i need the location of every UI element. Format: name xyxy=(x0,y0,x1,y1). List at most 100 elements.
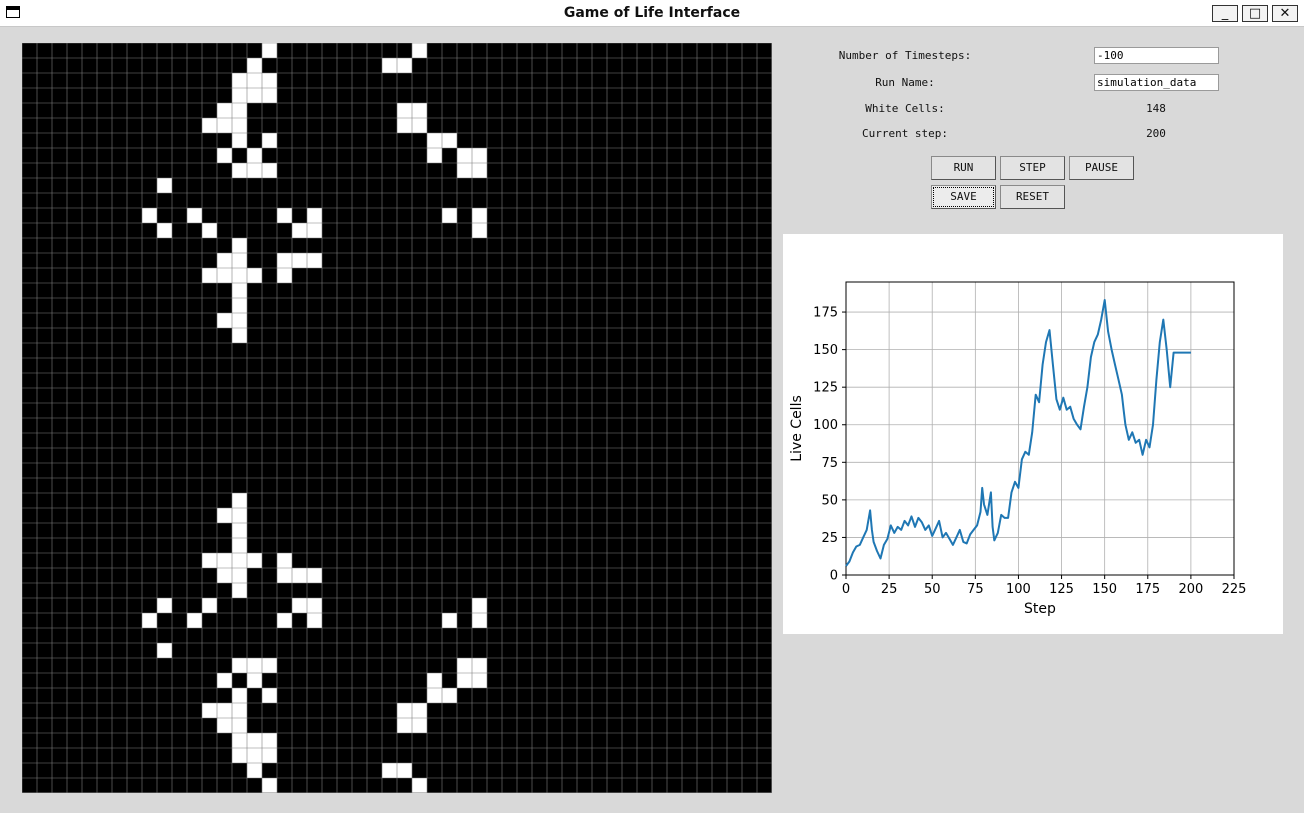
live-cell xyxy=(247,658,262,673)
live-cell xyxy=(232,268,247,283)
live-cell xyxy=(247,733,262,748)
live-cell xyxy=(277,568,292,583)
live-cell xyxy=(442,613,457,628)
live-cell xyxy=(427,133,442,148)
live-cell xyxy=(262,133,277,148)
live-cell xyxy=(247,88,262,103)
live-cell xyxy=(232,298,247,313)
live-cell xyxy=(292,598,307,613)
live-cell xyxy=(232,703,247,718)
reset-button[interactable]: RESET xyxy=(1000,185,1065,209)
live-cell xyxy=(427,148,442,163)
live-cell xyxy=(232,73,247,88)
live-cell xyxy=(217,703,232,718)
live-cell xyxy=(397,58,412,73)
live-cell xyxy=(217,118,232,133)
y-tick-label: 150 xyxy=(813,343,838,358)
live-cell xyxy=(307,568,322,583)
live-cell xyxy=(217,673,232,688)
x-tick-label: 0 xyxy=(842,582,850,597)
live-cell xyxy=(232,253,247,268)
live-cell xyxy=(307,208,322,223)
y-tick-label: 75 xyxy=(821,456,838,471)
live-cell xyxy=(442,133,457,148)
minimize-button[interactable]: _ xyxy=(1212,5,1238,22)
minimize-icon: _ xyxy=(1221,6,1229,21)
live-cell xyxy=(472,598,487,613)
live-cell xyxy=(412,103,427,118)
live-cell xyxy=(247,148,262,163)
live-cell xyxy=(277,553,292,568)
live-cell xyxy=(472,148,487,163)
close-button[interactable]: ✕ xyxy=(1272,5,1298,22)
live-cell xyxy=(247,553,262,568)
live-cell xyxy=(382,58,397,73)
live-cell xyxy=(277,208,292,223)
live-cell xyxy=(457,163,472,178)
live-cell xyxy=(232,748,247,763)
live-cell xyxy=(232,538,247,553)
live-cell xyxy=(157,643,172,658)
white-cells-value: 148 xyxy=(1146,102,1166,115)
live-cell xyxy=(412,43,427,58)
live-cell xyxy=(232,508,247,523)
live-cell xyxy=(217,268,232,283)
live-cell xyxy=(277,253,292,268)
x-tick-label: 175 xyxy=(1135,582,1160,597)
live-cell xyxy=(292,568,307,583)
x-tick-label: 125 xyxy=(1049,582,1074,597)
live-cell xyxy=(202,118,217,133)
title-bar: Game of Life Interface _ □ ✕ xyxy=(0,0,1304,27)
white-cells-label: White Cells: xyxy=(865,102,945,115)
live-cell xyxy=(157,223,172,238)
live-cell xyxy=(427,673,442,688)
live-cell xyxy=(232,493,247,508)
live-cell xyxy=(472,208,487,223)
live-cell xyxy=(412,778,427,793)
run-button[interactable]: RUN xyxy=(931,156,996,180)
live-cell xyxy=(232,733,247,748)
life-grid-canvas[interactable] xyxy=(22,43,772,793)
pause-button[interactable]: PAUSE xyxy=(1069,156,1134,180)
x-tick-label: 100 xyxy=(1006,582,1031,597)
live-cell xyxy=(232,523,247,538)
live-cell xyxy=(262,73,277,88)
y-tick-label: 0 xyxy=(830,569,838,584)
live-cell xyxy=(382,763,397,778)
live-cell xyxy=(397,763,412,778)
live-cell xyxy=(307,253,322,268)
x-tick-label: 200 xyxy=(1178,582,1203,597)
live-cell xyxy=(262,748,277,763)
maximize-button[interactable]: □ xyxy=(1242,5,1268,22)
live-cell xyxy=(262,688,277,703)
live-cell xyxy=(157,598,172,613)
live-cell xyxy=(202,598,217,613)
live-cells-chart: 0 25 50 75 100 125 150 175 200 225 0 25 50 75 100 125 15… xyxy=(789,281,1246,617)
live-cell xyxy=(292,223,307,238)
live-cell xyxy=(232,238,247,253)
live-cell xyxy=(262,733,277,748)
live-cell xyxy=(397,718,412,733)
live-cell xyxy=(277,268,292,283)
y-tick-label: 50 xyxy=(821,493,838,508)
live-cell xyxy=(247,763,262,778)
live-cell xyxy=(472,613,487,628)
live-cell xyxy=(217,148,232,163)
live-cell xyxy=(232,103,247,118)
step-button[interactable]: STEP xyxy=(1000,156,1065,180)
y-axis-label: Live Cells xyxy=(789,395,805,462)
close-icon: ✕ xyxy=(1279,6,1291,21)
x-tick-label: 50 xyxy=(924,582,941,597)
run-name-input[interactable] xyxy=(1094,74,1219,91)
current-step-value: 200 xyxy=(1146,127,1166,140)
timesteps-input[interactable] xyxy=(1094,47,1219,64)
live-cell xyxy=(232,88,247,103)
live-cell xyxy=(232,718,247,733)
life-grid[interactable] xyxy=(22,43,772,793)
live-cell xyxy=(142,613,157,628)
plot-frame xyxy=(845,281,1235,576)
live-cell xyxy=(307,598,322,613)
live-cell xyxy=(427,688,442,703)
live-cell xyxy=(217,313,232,328)
save-button[interactable]: SAVE xyxy=(931,185,996,209)
